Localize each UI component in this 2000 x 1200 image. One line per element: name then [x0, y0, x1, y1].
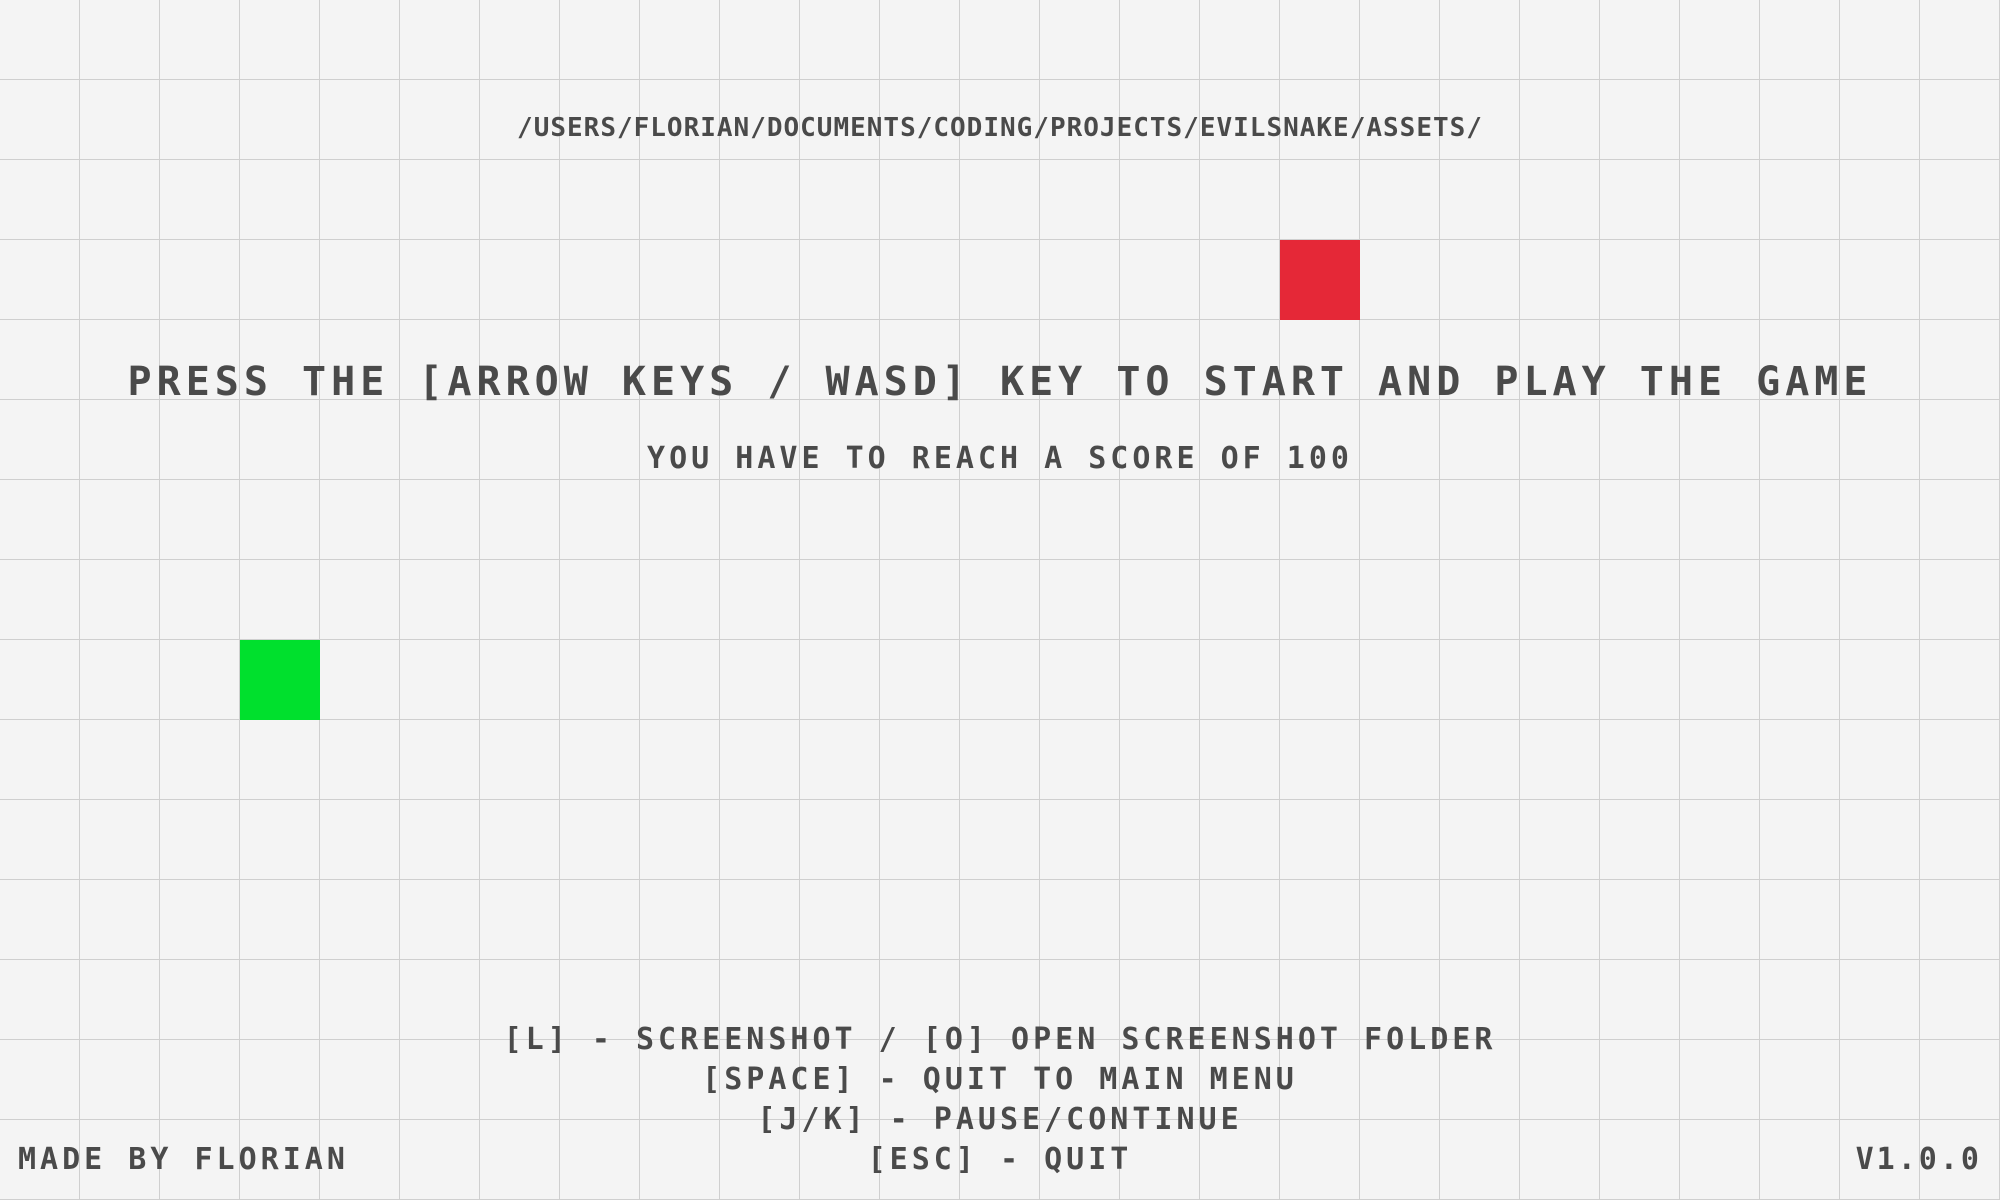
- version-label: V1.0.0: [1855, 1142, 1982, 1177]
- start-instruction-headline: PRESS THE [ARROW KEYS / WASD] KEY TO STA…: [127, 359, 1873, 405]
- snake-head-block: [240, 640, 320, 720]
- control-hint-pause: [J/K] - PAUSE/CONTINUE: [757, 1102, 1243, 1137]
- control-hint-main-menu: [SPACE] - QUIT TO MAIN MENU: [702, 1062, 1298, 1097]
- score-goal-text: YOU HAVE TO REACH A SCORE OF 100: [647, 441, 1353, 476]
- control-hint-screenshot: [L] - SCREENSHOT / [O] OPEN SCREENSHOT F…: [503, 1022, 1497, 1057]
- assets-path-label: /USERS/FLORIAN/DOCUMENTS/CODING/PROJECTS…: [517, 113, 1483, 143]
- food-block: [1280, 240, 1360, 320]
- game-screen[interactable]: { "assets_path": "/USERS/FLORIAN/DOCUMEN…: [0, 0, 2000, 1200]
- credit-text: MADE BY FLORIAN: [18, 1142, 349, 1177]
